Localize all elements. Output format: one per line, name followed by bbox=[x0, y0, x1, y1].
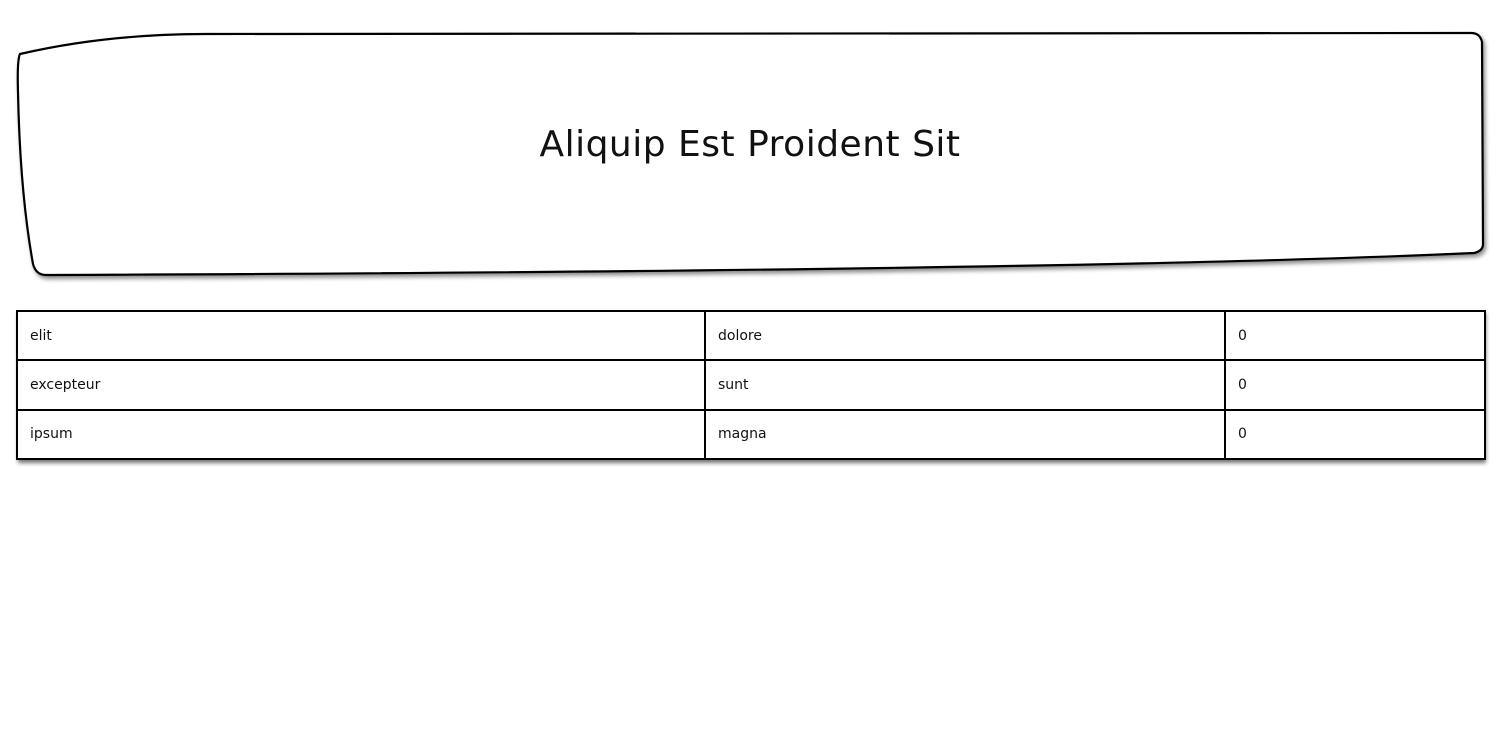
table-row: excepteur sunt 0 bbox=[16, 359, 1486, 411]
table-cell: elit bbox=[16, 309, 706, 362]
page: Aliquip Est Proident Sit elit dolore 0 e… bbox=[0, 0, 1500, 752]
table-row: elit dolore 0 bbox=[16, 309, 1486, 362]
data-table-container: elit dolore 0 excepteur sunt 0 ipsum mag… bbox=[16, 309, 1486, 461]
table-row: ipsum magna 0 bbox=[16, 408, 1486, 461]
data-table: elit dolore 0 excepteur sunt 0 ipsum mag… bbox=[16, 309, 1486, 461]
table-cell: sunt bbox=[704, 359, 1226, 411]
header-card: Aliquip Est Proident Sit bbox=[16, 31, 1485, 277]
table-cell: magna bbox=[704, 408, 1226, 461]
table-cell: 0 bbox=[1224, 309, 1486, 362]
page-title: Aliquip Est Proident Sit bbox=[539, 124, 961, 165]
table-cell: ipsum bbox=[16, 408, 706, 461]
table-cell: excepteur bbox=[16, 359, 706, 411]
table-cell: 0 bbox=[1224, 359, 1486, 411]
table-cell: 0 bbox=[1224, 408, 1486, 461]
table-cell: dolore bbox=[704, 309, 1226, 362]
